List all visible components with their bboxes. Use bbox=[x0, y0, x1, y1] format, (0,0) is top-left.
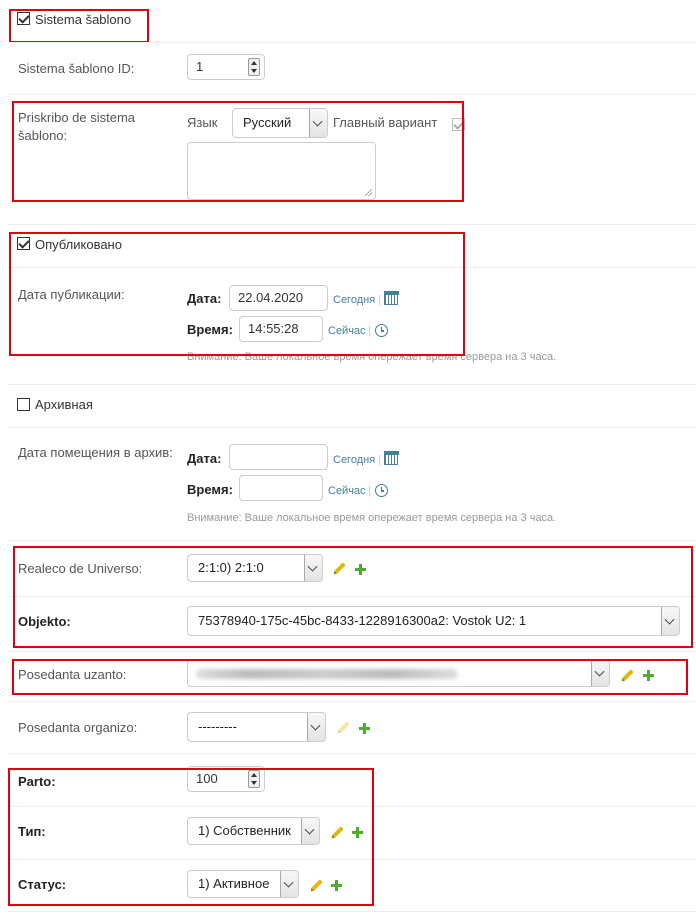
publikovano-checkbox-label: Опубликовано bbox=[35, 237, 122, 252]
separator: | bbox=[378, 454, 381, 466]
realeco-label: Realeco de Universo: bbox=[18, 561, 143, 576]
posedanta-organizo-label: Posedanta organizo: bbox=[18, 720, 138, 735]
publication-time-help: Внимание: Ваше локальное время опережает… bbox=[187, 351, 557, 363]
separator: | bbox=[368, 325, 371, 337]
archive-time-input[interactable] bbox=[239, 475, 323, 501]
today-link[interactable]: Сегодня bbox=[333, 292, 375, 308]
priskribo-label: Priskribo de sistema šablono: bbox=[18, 110, 136, 143]
chevron-down-icon[interactable] bbox=[591, 660, 609, 686]
realeco-select[interactable]: 2:1:0) 2:1:0 bbox=[187, 554, 323, 582]
language-select[interactable]: Русский bbox=[232, 108, 328, 138]
sistema-sablono-checkbox[interactable] bbox=[17, 12, 30, 25]
archive-date-label: Дата помещения в архив: bbox=[18, 445, 173, 460]
objekto-select-value: 75378940-175c-45bc-8433-1228916300a2: Vo… bbox=[198, 613, 527, 628]
now-link[interactable]: Сейчас bbox=[328, 323, 366, 339]
edit-pencil-icon[interactable] bbox=[622, 669, 634, 681]
chevron-down-icon[interactable] bbox=[307, 713, 325, 741]
separator: | bbox=[378, 294, 381, 306]
chevron-down-icon[interactable] bbox=[661, 607, 679, 635]
separator: | bbox=[368, 485, 371, 497]
clock-icon[interactable] bbox=[375, 324, 388, 337]
chevron-down-icon[interactable] bbox=[304, 555, 322, 581]
parto-input[interactable]: 100 bbox=[187, 766, 265, 792]
add-plus-icon[interactable] bbox=[331, 880, 342, 891]
calendar-icon[interactable] bbox=[383, 450, 399, 465]
clock-icon[interactable] bbox=[375, 484, 388, 497]
publication-date-input[interactable]: 22.04.2020 bbox=[229, 285, 328, 311]
status-label: Статус: bbox=[18, 877, 67, 892]
status-select-value: 1) Активное bbox=[198, 876, 270, 891]
posedanta-organizo-select-value: --------- bbox=[198, 719, 237, 734]
sistema-sablono-id-value: 1 bbox=[196, 59, 204, 74]
resize-grip-icon[interactable] bbox=[365, 189, 372, 196]
sistema-sablono-id-label: Sistema šablono ID: bbox=[18, 61, 135, 76]
objekto-label: Objekto: bbox=[18, 614, 71, 629]
posedanta-organizo-select[interactable]: --------- bbox=[187, 712, 326, 742]
posedanta-uzanto-label: Posedanta uzanto: bbox=[18, 667, 127, 682]
tip-select[interactable]: 1) Собственник bbox=[187, 817, 320, 845]
edit-pencil-icon[interactable] bbox=[311, 879, 323, 891]
publication-date-field-label: Дата: bbox=[187, 291, 222, 306]
priskribo-textarea[interactable] bbox=[187, 142, 376, 200]
main-variant-label: Главный вариант bbox=[333, 115, 438, 130]
sistema-sablono-checkbox-label: Sistema šablono bbox=[35, 12, 132, 27]
sistema-sablono-id-input[interactable]: 1 bbox=[187, 54, 265, 80]
language-select-value: Русский bbox=[243, 115, 292, 130]
publikovano-checkbox[interactable] bbox=[17, 237, 30, 250]
edit-pencil-icon[interactable] bbox=[332, 826, 344, 838]
arhiv-checkbox-label: Архивная bbox=[35, 397, 93, 412]
spinner-arrows[interactable] bbox=[248, 58, 260, 76]
archive-date-input[interactable] bbox=[229, 444, 328, 470]
add-plus-icon[interactable] bbox=[352, 827, 363, 838]
realeco-select-value: 2:1:0) 2:1:0 bbox=[198, 560, 264, 575]
language-label: Язык bbox=[187, 115, 218, 130]
chevron-down-icon[interactable] bbox=[280, 871, 298, 897]
main-variant-checkbox bbox=[452, 118, 465, 131]
today-link[interactable]: Сегодня bbox=[333, 452, 375, 468]
chevron-down-icon[interactable] bbox=[309, 109, 327, 137]
archive-time-field-label: Время: bbox=[187, 482, 233, 497]
blurred-value bbox=[196, 669, 458, 679]
arhiv-checkbox[interactable] bbox=[17, 398, 30, 411]
edit-pencil-icon[interactable] bbox=[334, 562, 346, 574]
archive-time-help: Внимание: Ваше локальное время опережает… bbox=[187, 512, 557, 524]
add-plus-icon[interactable] bbox=[355, 564, 366, 575]
parto-value: 100 bbox=[196, 771, 218, 786]
tip-select-value: 1) Собственник bbox=[198, 823, 291, 838]
add-plus-icon[interactable] bbox=[643, 670, 654, 681]
parto-label: Parto: bbox=[18, 774, 56, 789]
posedanta-uzanto-select[interactable] bbox=[187, 659, 610, 687]
objekto-select[interactable]: 75378940-175c-45bc-8433-1228916300a2: Vo… bbox=[187, 606, 680, 636]
archive-date-field-label: Дата: bbox=[187, 451, 222, 466]
calendar-icon[interactable] bbox=[383, 290, 399, 305]
publication-time-field-label: Время: bbox=[187, 322, 233, 337]
now-link[interactable]: Сейчас bbox=[328, 483, 366, 499]
add-plus-icon[interactable] bbox=[359, 723, 370, 734]
tip-label: Тип: bbox=[18, 824, 46, 839]
spinner-arrows[interactable] bbox=[248, 770, 260, 788]
publication-time-input[interactable]: 14:55:28 bbox=[239, 316, 323, 342]
publication-date-label: Дата публикации: bbox=[18, 287, 125, 302]
status-select[interactable]: 1) Активное bbox=[187, 870, 299, 898]
edit-pencil-icon bbox=[338, 721, 350, 733]
chevron-down-icon[interactable] bbox=[301, 818, 319, 844]
